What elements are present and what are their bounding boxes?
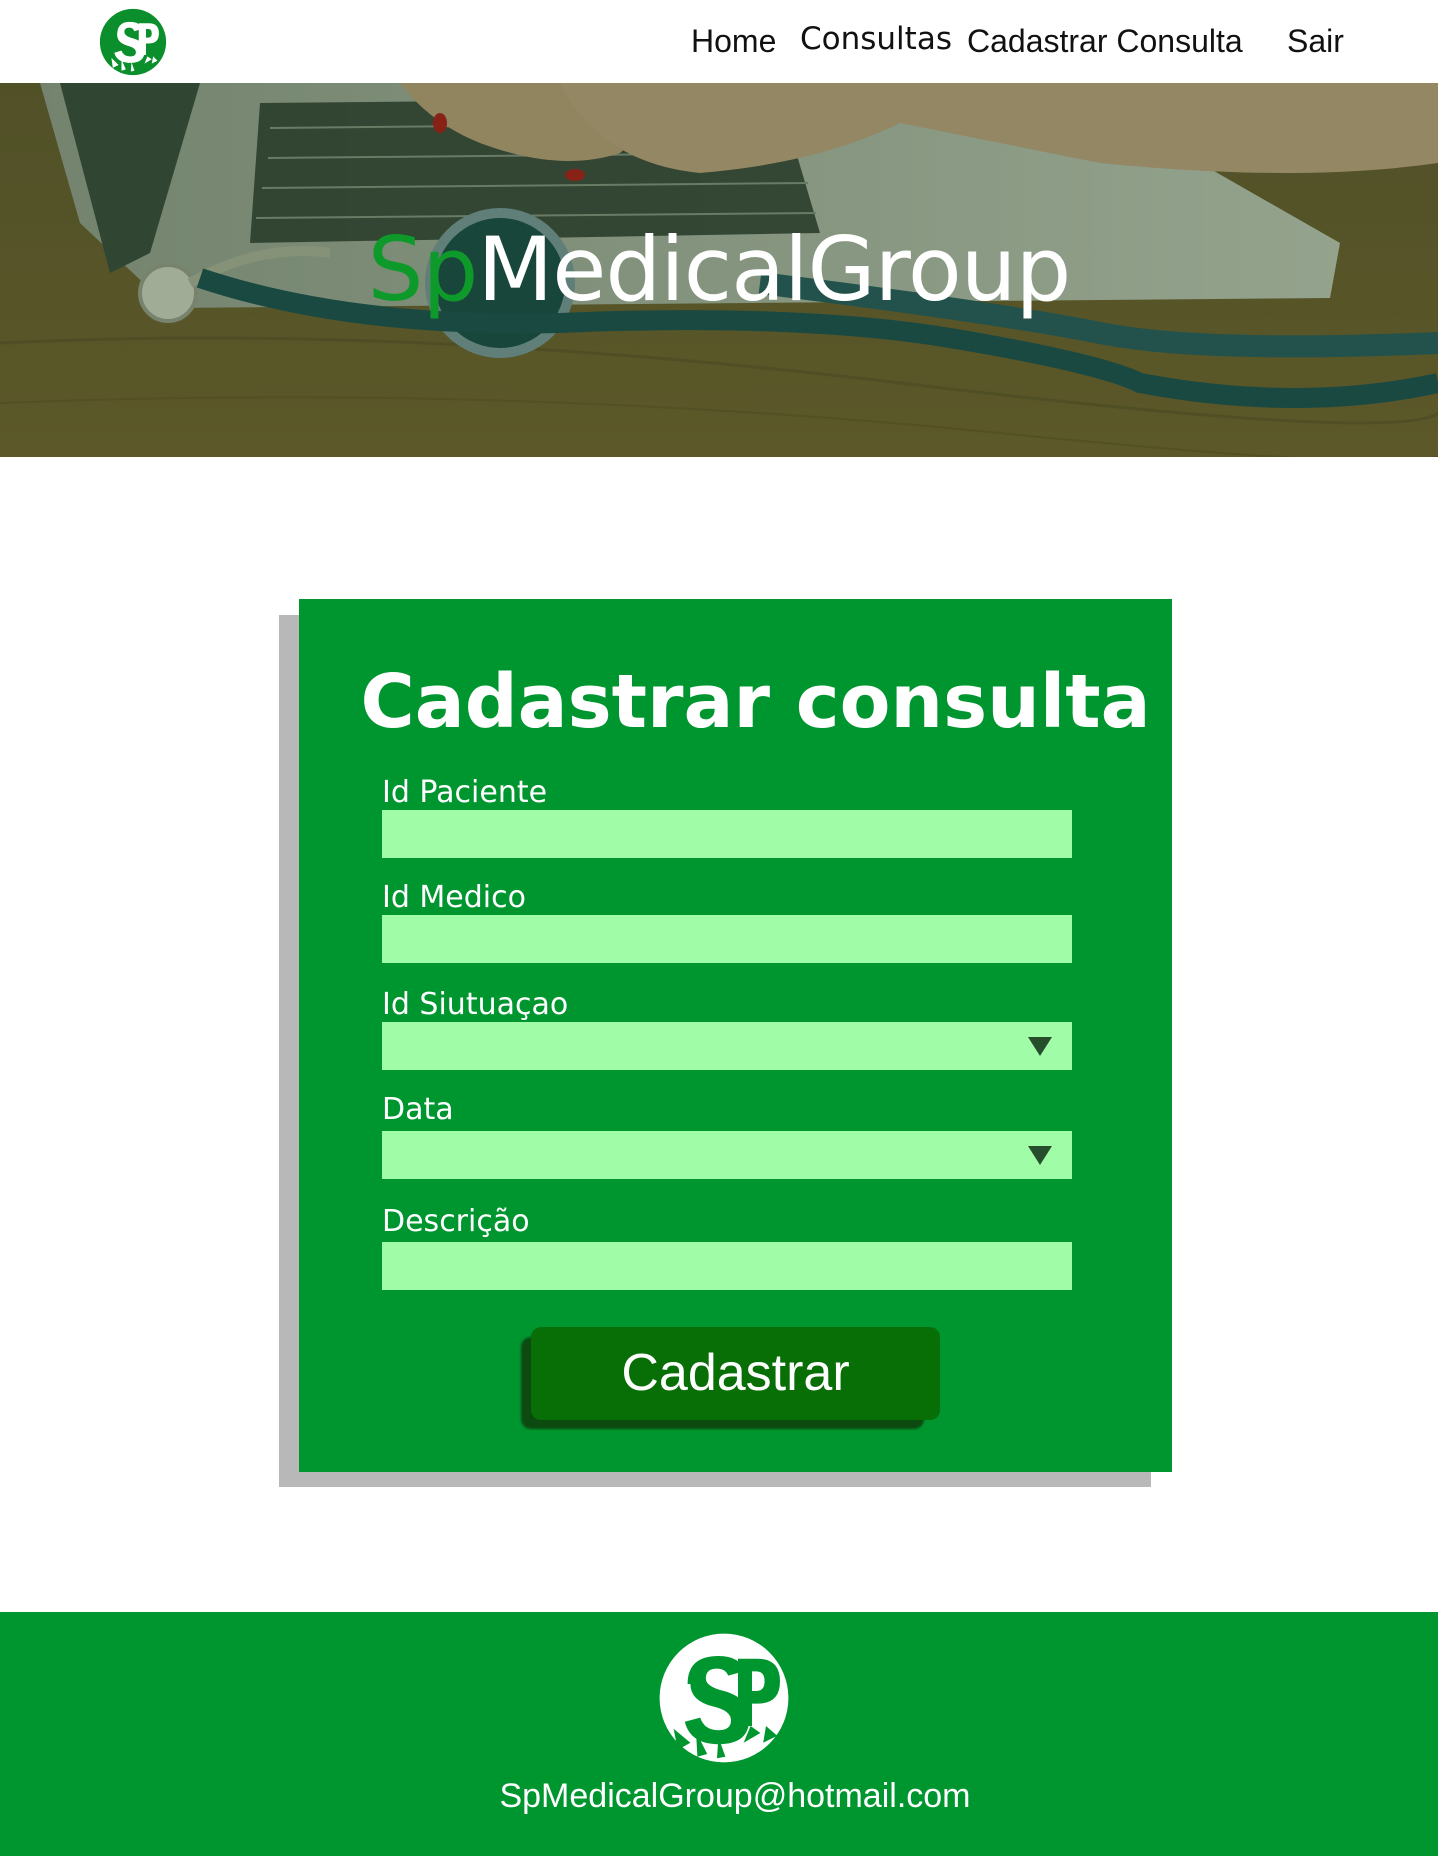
descricao-input[interactable]: [382, 1242, 1072, 1290]
data-select[interactable]: [382, 1131, 1072, 1179]
nav-link-consultas[interactable]: Consultas: [800, 18, 952, 60]
hero-title: SpMedicalGroup: [0, 218, 1438, 321]
footer-email[interactable]: SpMedicalGroup@hotmail.com: [0, 1777, 1440, 1816]
label-descricao: Descrição: [382, 1204, 530, 1239]
top-navbar: Home Consultas Cadastrar Consulta Sair: [0, 0, 1440, 83]
hero-banner: SpMedicalGroup: [0, 83, 1438, 457]
label-id-paciente: Id Paciente: [382, 775, 548, 810]
sp-logo-icon[interactable]: [97, 6, 169, 78]
id-situacao-select[interactable]: [382, 1022, 1072, 1070]
nav-link-sair[interactable]: Sair: [1287, 20, 1344, 62]
nav-link-home[interactable]: Home: [691, 20, 776, 62]
chevron-down-icon: [1028, 1146, 1052, 1165]
cadastrar-button[interactable]: Cadastrar: [531, 1327, 940, 1420]
hero-title-prefix: Sp: [367, 218, 479, 321]
cadastrar-consulta-form: Cadastrar consulta Id Paciente Id Medico…: [299, 599, 1172, 1472]
nav-link-cadastrar-consulta[interactable]: Cadastrar Consulta: [967, 20, 1243, 62]
id-medico-input[interactable]: [382, 915, 1072, 963]
form-title: Cadastrar consulta: [360, 659, 1151, 745]
label-id-medico: Id Medico: [382, 880, 526, 915]
sp-logo-icon: [659, 1633, 789, 1763]
label-data: Data: [382, 1092, 454, 1127]
hero-title-rest: MedicalGroup: [477, 218, 1071, 321]
footer: SpMedicalGroup@hotmail.com: [0, 1612, 1438, 1856]
label-id-situacao: Id Siutuaçao: [382, 987, 569, 1022]
chevron-down-icon: [1028, 1037, 1052, 1056]
id-paciente-input[interactable]: [382, 810, 1072, 858]
